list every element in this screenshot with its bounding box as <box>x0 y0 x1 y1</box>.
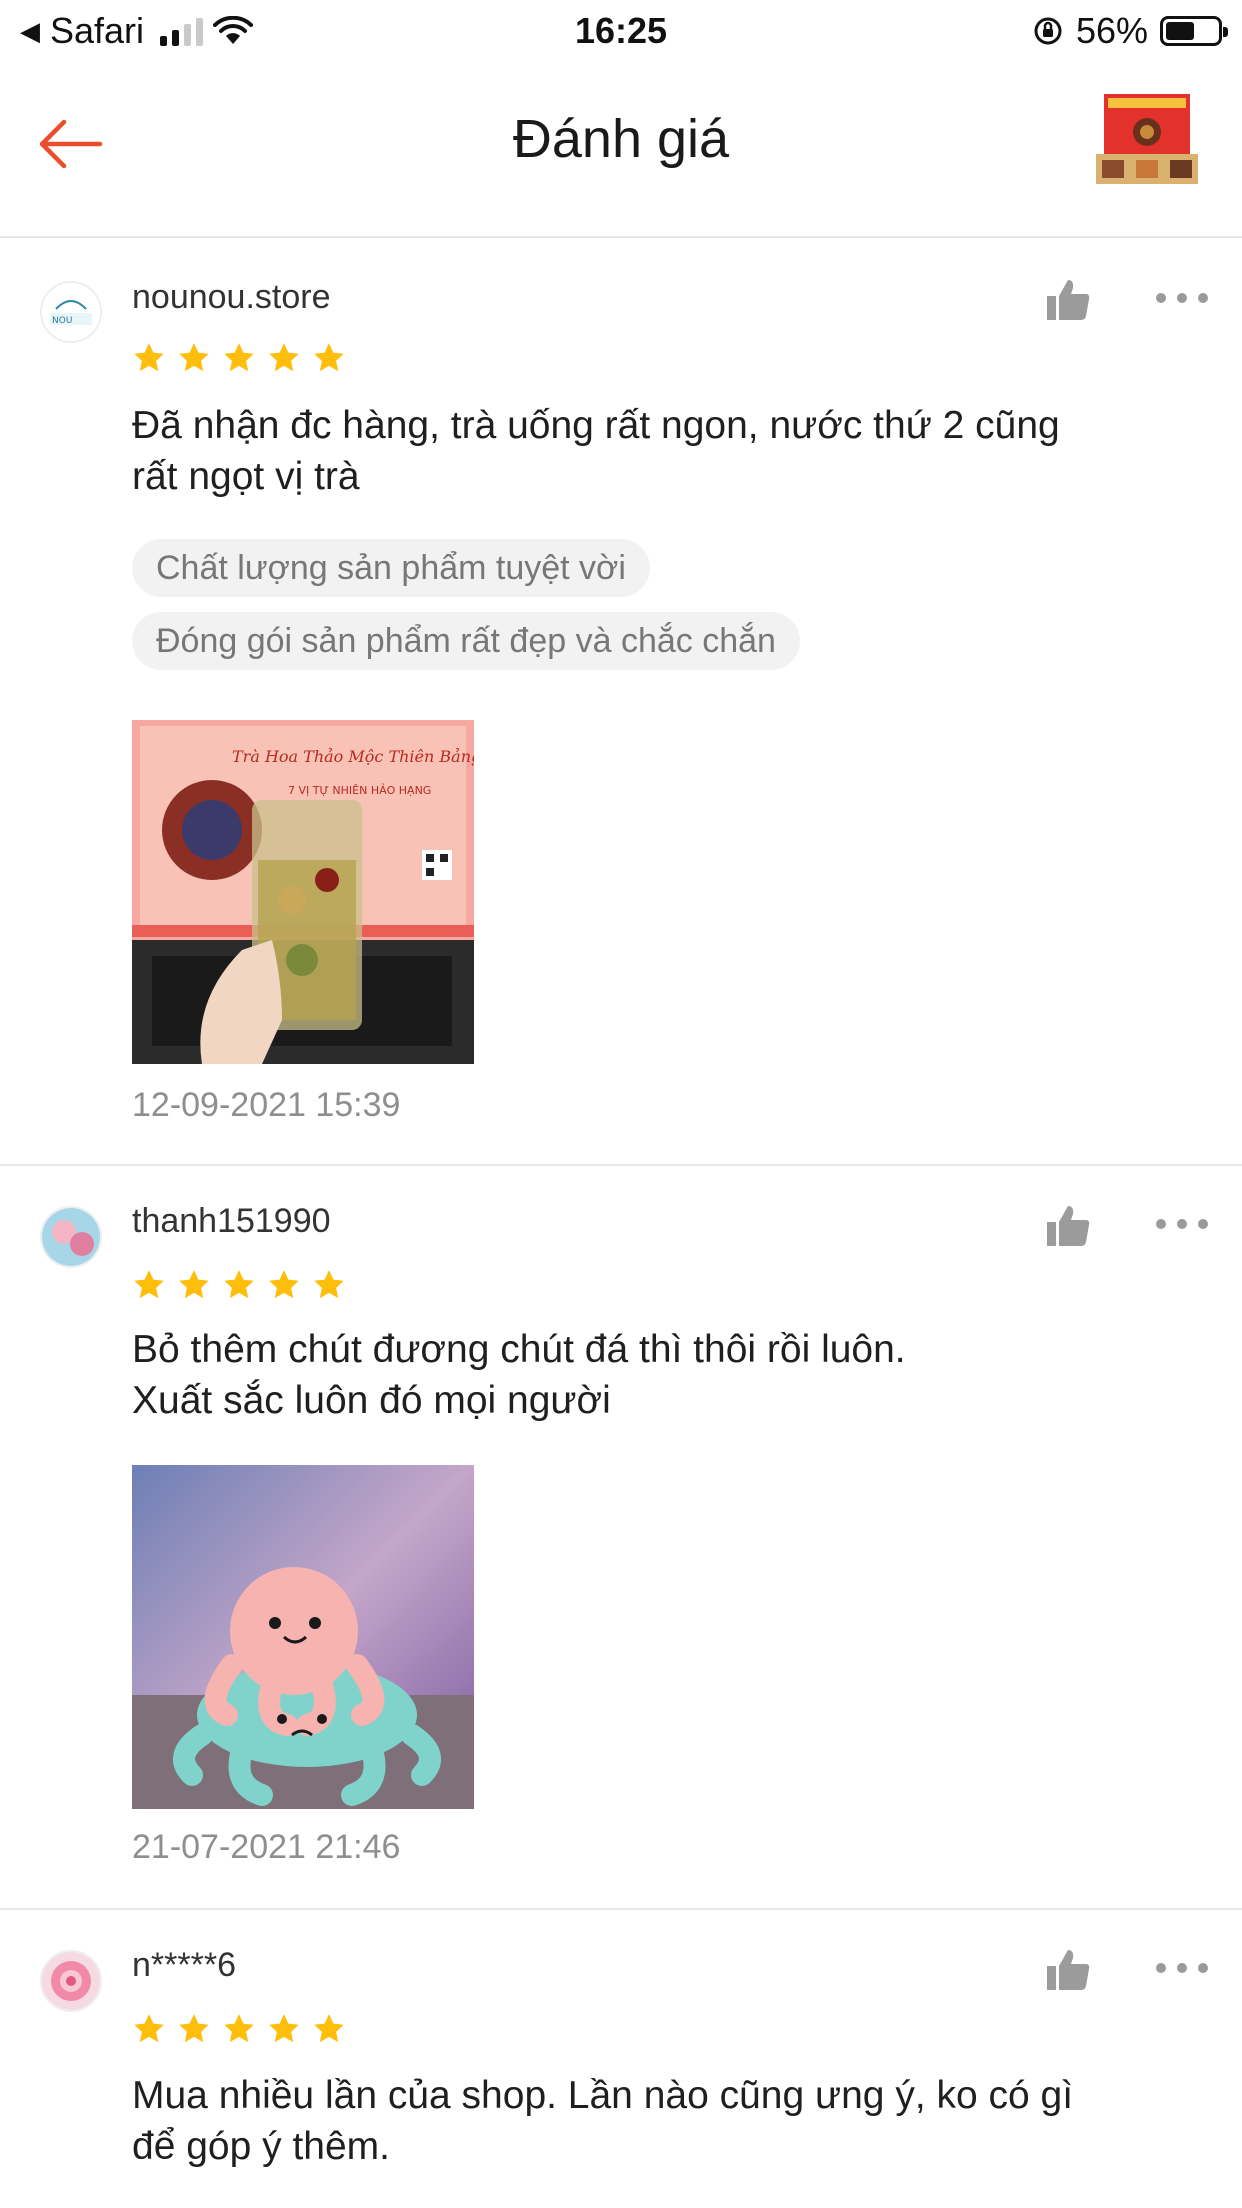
review-divider <box>0 1908 1242 1910</box>
battery-percent: 56% <box>1075 10 1148 51</box>
star-icon <box>224 343 254 372</box>
review-photo[interactable] <box>132 1465 474 1809</box>
star-icon <box>314 1270 344 1299</box>
review-text-line: Mua nhiều lần của shop. Lần nào cũng ưng… <box>132 2074 1074 2117</box>
orientation-lock-icon <box>1034 17 1062 45</box>
star-icon <box>134 2014 164 2043</box>
reviewer-name: thanh151990 <box>132 1202 331 1240</box>
star-icon <box>179 1270 209 1299</box>
review-text-line: Xuất sắc luôn đó mọi người <box>132 1379 611 1422</box>
thumbs-up-icon[interactable] <box>1044 276 1092 324</box>
star-rating <box>132 1268 346 1302</box>
thumbs-up-icon[interactable] <box>1044 1202 1092 1250</box>
star-icon <box>179 2014 209 2043</box>
app-header: Đánh giá <box>0 64 1242 238</box>
page-title: Đánh giá <box>512 109 730 169</box>
more-options-icon[interactable] <box>1156 1214 1208 1234</box>
star-rating <box>132 341 346 375</box>
star-rating <box>132 2012 346 2046</box>
review-date: 21-07-2021 21:46 <box>132 1828 401 1866</box>
review-text-line: Bỏ thêm chút đương chút đá thì thôi rồi … <box>132 1328 906 1371</box>
review-tag: Chất lượng sản phẩm tuyệt vời <box>132 539 650 597</box>
avatar[interactable] <box>40 1950 102 2012</box>
photo-banner-title: Trà Hoa Thảo Mộc Thiên Bảng <box>232 747 474 766</box>
reviewer-name: nounou.store <box>132 278 331 316</box>
star-icon <box>269 2014 299 2043</box>
review-text: Bỏ thêm chút đương chút đá thì thôi rồi … <box>132 1324 1192 1426</box>
avatar[interactable] <box>40 1206 102 1268</box>
photo-banner-subtitle: 7 VỊ TỰ NHIÊN HẢO HẠNG <box>288 783 431 797</box>
review-text-line: để góp ý thêm. <box>132 2125 390 2168</box>
thumbs-up-icon[interactable] <box>1044 1946 1092 1994</box>
review-text: Đã nhận đc hàng, trà uống rất ngon, nước… <box>132 400 1192 502</box>
star-icon <box>134 1270 164 1299</box>
star-icon <box>269 1270 299 1299</box>
star-icon <box>314 2014 344 2043</box>
star-icon <box>314 343 344 372</box>
star-icon <box>269 343 299 372</box>
review-text: Mua nhiều lần của shop. Lần nào cũng ưng… <box>132 2070 1192 2172</box>
review-tag: Đóng gói sản phẩm rất đẹp và chắc chắn <box>132 612 800 670</box>
battery-icon <box>1160 16 1228 46</box>
review-divider <box>0 1164 1242 1166</box>
star-icon <box>179 343 209 372</box>
reviewer-name: n*****6 <box>132 1946 236 1984</box>
status-bar: ◀ Safari 16:25 56% <box>0 0 1242 64</box>
review-text-line: rất ngọt vị trà <box>132 455 360 498</box>
avatar[interactable]: NOU <box>40 281 102 343</box>
star-icon <box>224 1270 254 1299</box>
more-options-icon[interactable] <box>1156 1958 1208 1978</box>
star-icon <box>134 343 164 372</box>
star-icon <box>224 2014 254 2043</box>
more-options-icon[interactable] <box>1156 288 1208 308</box>
product-thumbnail[interactable] <box>1094 92 1200 186</box>
review-text-line: Đã nhận đc hàng, trà uống rất ngon, nước… <box>132 404 1060 447</box>
status-right: 56% <box>1032 10 1228 52</box>
review-date: 12-09-2021 15:39 <box>132 1086 401 1124</box>
review-photo[interactable]: Trà Hoa Thảo Mộc Thiên Bảng 7 VỊ TỰ NHIÊ… <box>132 720 474 1064</box>
svg-text:NOU: NOU <box>52 316 72 326</box>
